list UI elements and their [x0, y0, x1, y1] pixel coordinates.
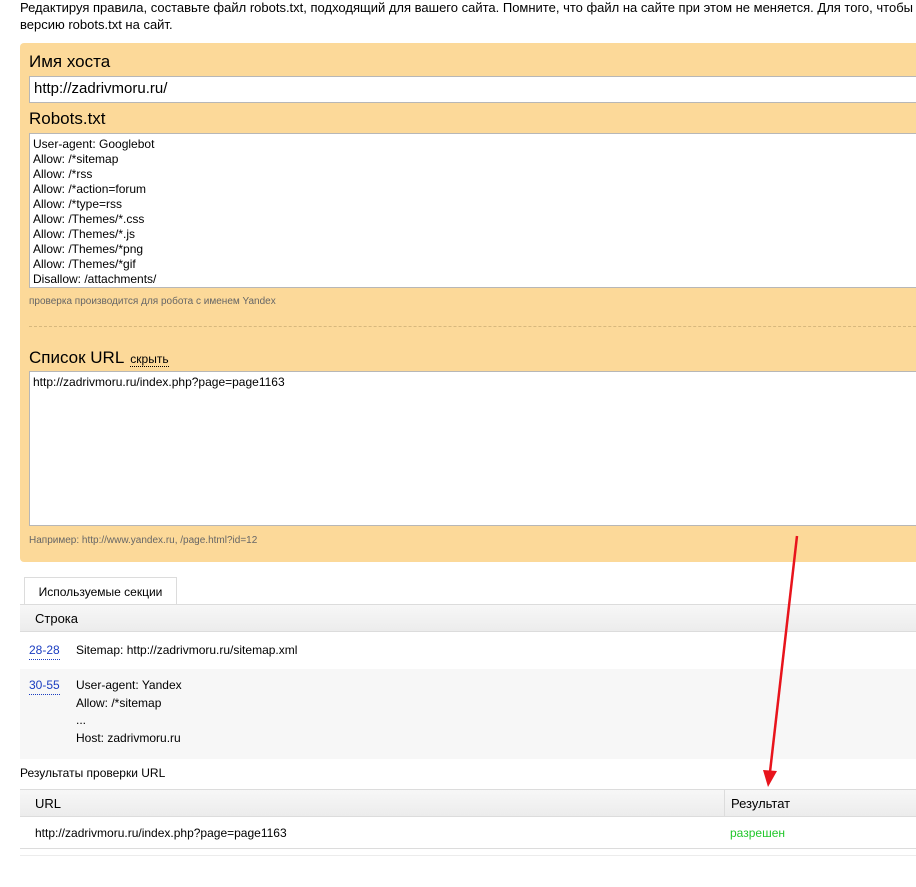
- divider: [29, 326, 916, 327]
- section-range-link[interactable]: 28-28: [29, 642, 60, 660]
- section-range-link[interactable]: 30-55: [29, 677, 60, 695]
- intro-line-1: Редактируя правила, составьте файл robot…: [20, 0, 913, 15]
- intro-line-2: версию robots.txt на сайт.: [20, 17, 173, 32]
- bottom-divider: [20, 855, 916, 856]
- robots-hint: проверка производится для робота с имене…: [29, 296, 276, 307]
- results-title: Результаты проверки URL: [20, 766, 166, 780]
- hide-url-list-link[interactable]: скрыть: [130, 352, 169, 367]
- column-separator: [724, 790, 725, 816]
- results-header: URL Результат: [20, 789, 916, 817]
- intro-text: Редактируя правила, составьте файл robot…: [20, 0, 916, 33]
- host-input[interactable]: [30, 77, 916, 100]
- host-label: Имя хоста: [29, 52, 111, 71]
- col-result-header: Результат: [731, 796, 791, 811]
- url-list-label: Список URL: [29, 348, 125, 367]
- col-url-header: URL: [35, 796, 62, 811]
- section-text: Sitemap: http://zadrivmoru.ru/sitemap.xm…: [76, 643, 298, 657]
- url-list-label-row: Список URL скрыть: [29, 348, 169, 368]
- url-list-textarea[interactable]: http://zadrivmoru.ru/index.php?page=page…: [29, 371, 916, 526]
- section-row: 30-55 User-agent: Yandex Allow: /*sitema…: [20, 669, 916, 759]
- robots-label: Robots.txt: [29, 109, 106, 128]
- robots-textarea[interactable]: User-agent: Googlebot Allow: /*sitemap A…: [29, 133, 916, 288]
- result-status: разрешен: [730, 826, 785, 840]
- url-hint: Например: http://www.yandex.ru, /page.ht…: [29, 535, 258, 546]
- tab-used-sections[interactable]: Используемые секции: [24, 577, 177, 605]
- robots-form-panel: Имя хоста Robots.txt User-agent: Googleb…: [20, 43, 916, 562]
- section-text: User-agent: Yandex Allow: /*sitemap ... …: [76, 678, 182, 745]
- section-row: 28-28 Sitemap: http://zadrivmoru.ru/site…: [20, 642, 916, 668]
- host-field-wrap: [29, 76, 916, 103]
- result-url: http://zadrivmoru.ru/index.php?page=page…: [35, 826, 287, 840]
- sections-header: Строка: [20, 604, 916, 632]
- result-row: http://zadrivmoru.ru/index.php?page=page…: [20, 817, 916, 849]
